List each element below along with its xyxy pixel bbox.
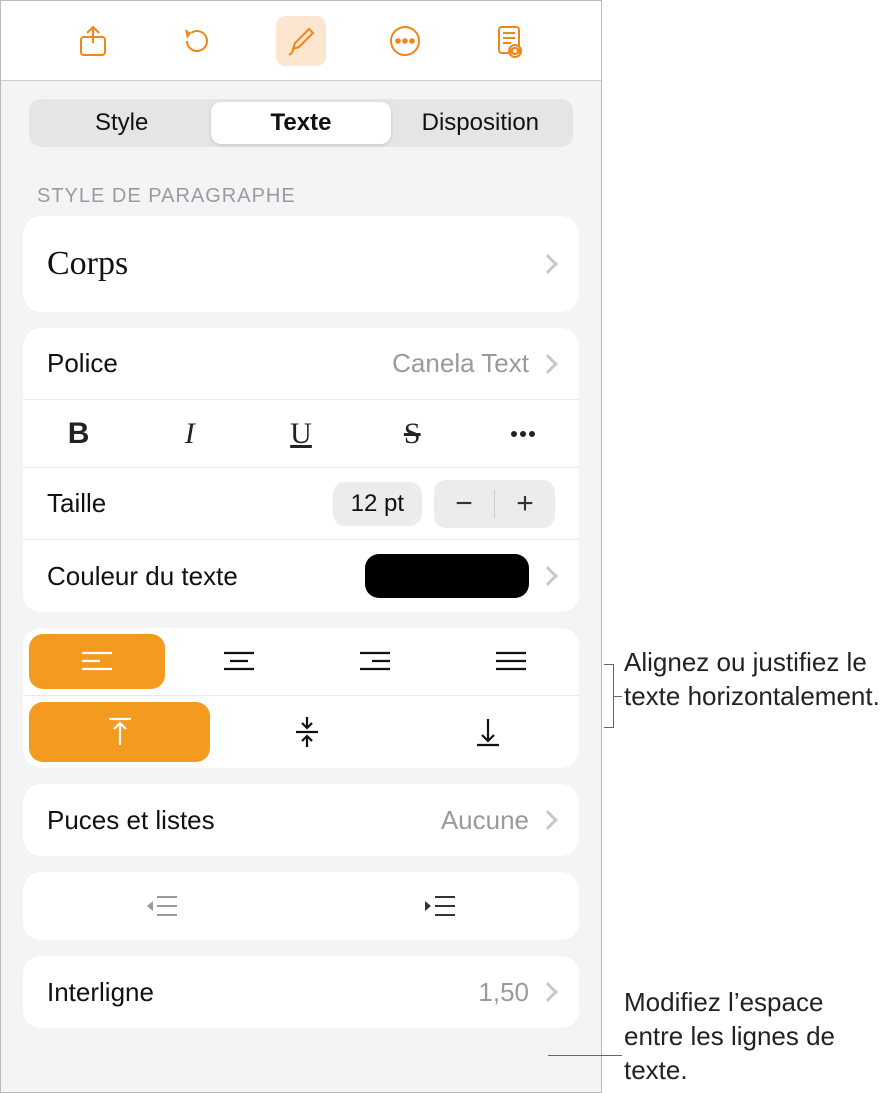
font-label: Police <box>47 348 118 379</box>
horizontal-align-row <box>23 628 579 696</box>
size-stepper: − + <box>434 480 555 528</box>
align-center-button[interactable] <box>171 628 307 695</box>
text-color-label: Couleur du texte <box>47 561 238 592</box>
bullets-value: Aucune <box>441 805 529 836</box>
font-card: Police Canela Text B I U S Taille 12 pt … <box>23 328 579 612</box>
size-value[interactable]: 12 pt <box>333 482 422 526</box>
size-row: Taille 12 pt − + <box>23 468 579 540</box>
chevron-right-icon <box>538 810 558 830</box>
align-top-button[interactable] <box>29 702 210 762</box>
line-spacing-card: Interligne 1,50 <box>23 956 579 1028</box>
bullets-row[interactable]: Puces et listes Aucune <box>23 784 579 856</box>
indent-row <box>23 872 579 940</box>
tab-style[interactable]: Style <box>32 102 211 144</box>
chevron-right-icon <box>538 566 558 586</box>
paragraph-style-value: Corps <box>47 245 128 283</box>
top-toolbar <box>1 1 601 81</box>
bullets-label: Puces et listes <box>47 805 215 836</box>
size-decrease-button[interactable]: − <box>434 487 494 521</box>
underline-button[interactable]: U <box>245 417 356 451</box>
vertical-align-row <box>23 696 579 768</box>
more-icon[interactable] <box>380 16 430 66</box>
chevron-right-icon <box>538 254 558 274</box>
section-label-paragraph-style: STYLE DE PARAGRAPHE <box>1 159 601 216</box>
strikethrough-button[interactable]: S <box>357 417 468 451</box>
bullets-card: Puces et listes Aucune <box>23 784 579 856</box>
format-buttons-row: B I U S <box>23 400 579 468</box>
callout-bracket-align <box>604 664 614 728</box>
bold-button[interactable]: B <box>23 417 134 451</box>
callout-align-text: Alignez ou justifiez le texte horizontal… <box>624 646 880 714</box>
align-bottom-button[interactable] <box>398 696 579 768</box>
callout-spacing-text: Modifiez l’espace entre les lignes de te… <box>624 986 880 1087</box>
indent-button[interactable] <box>301 872 579 940</box>
line-spacing-row[interactable]: Interligne 1,50 <box>23 956 579 1028</box>
inspector-tabs: Style Texte Disposition <box>29 99 573 147</box>
align-middle-button[interactable] <box>216 696 397 768</box>
size-label: Taille <box>47 488 106 519</box>
alignment-card <box>23 628 579 768</box>
text-color-row[interactable]: Couleur du texte <box>23 540 579 612</box>
align-right-button[interactable] <box>307 628 443 695</box>
callout-line-spacing <box>548 1055 622 1056</box>
line-spacing-label: Interligne <box>47 977 154 1008</box>
undo-icon[interactable] <box>172 16 222 66</box>
align-justify-button[interactable] <box>443 628 579 695</box>
more-format-button[interactable] <box>468 419 579 449</box>
chevron-right-icon <box>538 982 558 1002</box>
text-color-swatch[interactable] <box>365 554 529 598</box>
size-increase-button[interactable]: + <box>495 487 555 521</box>
chevron-right-icon <box>538 354 558 374</box>
indent-card <box>23 872 579 940</box>
line-spacing-value: 1,50 <box>478 977 529 1008</box>
font-value: Canela Text <box>392 348 529 379</box>
paragraph-style-card: Corps <box>23 216 579 312</box>
document-view-icon[interactable] <box>484 16 534 66</box>
callout-line-align <box>614 696 622 697</box>
align-left-button[interactable] <box>29 634 165 689</box>
share-icon[interactable] <box>68 16 118 66</box>
tab-texte[interactable]: Texte <box>211 102 390 144</box>
italic-button[interactable]: I <box>134 417 245 451</box>
font-row[interactable]: Police Canela Text <box>23 328 579 400</box>
paragraph-style-row[interactable]: Corps <box>23 216 579 312</box>
tab-disposition[interactable]: Disposition <box>391 102 570 144</box>
format-brush-icon[interactable] <box>276 16 326 66</box>
outdent-button[interactable] <box>23 872 301 940</box>
